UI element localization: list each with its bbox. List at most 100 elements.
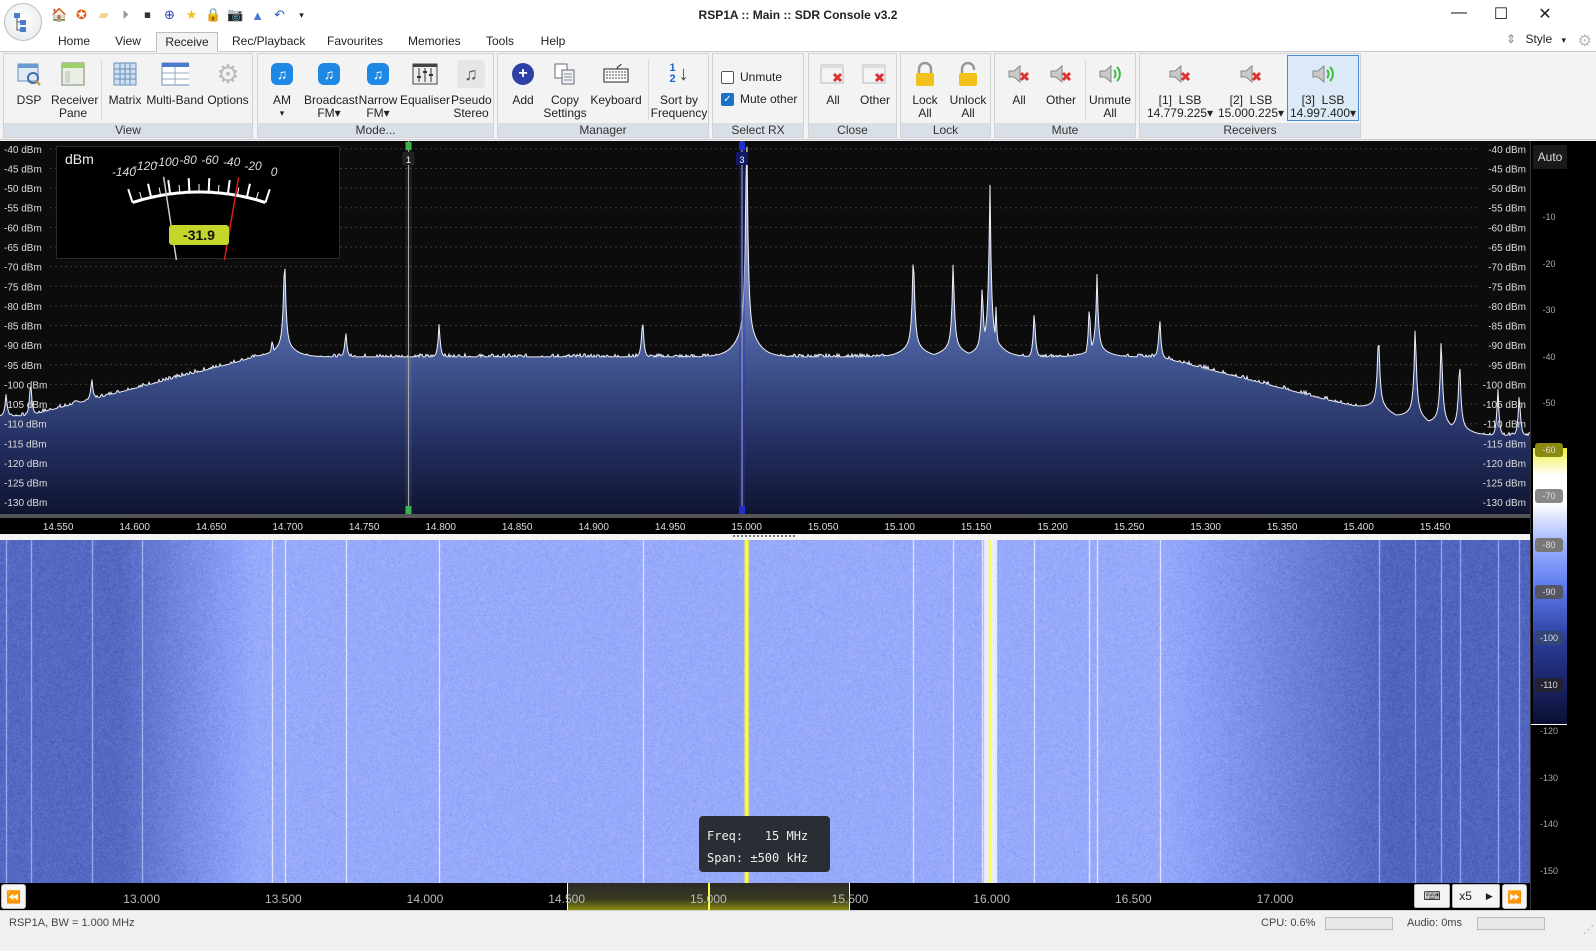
scale-label: -120: [1539, 726, 1558, 736]
keyboard-button[interactable]: Keyboard: [590, 56, 642, 107]
narrow-fm-button[interactable]: ♫ Narrow FM▾: [356, 56, 400, 120]
maximize-button[interactable]: ☐: [1478, 4, 1524, 26]
db-tick-label: -110 dBm: [4, 420, 47, 431]
options-button[interactable]: ⚙ Options: [206, 56, 250, 107]
db-tick-label: -85 dBm: [4, 322, 42, 333]
music-note-icon: ♫: [271, 63, 293, 85]
scroll-right-button[interactable]: ⏩: [1502, 884, 1527, 909]
frequency-tick-label: 15.400: [1343, 522, 1374, 533]
tab-rec-playback[interactable]: Rec/Playback: [226, 32, 306, 52]
db-tick-label: -40 dBm: [1488, 145, 1526, 156]
unmute-checkbox[interactable]: Unmute: [721, 70, 782, 84]
scroll-left-button[interactable]: ⏪: [1, 884, 26, 909]
db-tick-label: -70 dBm: [4, 263, 42, 274]
unlock-all-button[interactable]: Unlock All: [947, 56, 989, 120]
frequency-tick-label: 14.600: [119, 522, 150, 533]
frequency-tick-label: 14.950: [654, 522, 686, 533]
db-tick-label: -90 dBm: [4, 341, 42, 352]
minimize-button[interactable]: —: [1436, 4, 1482, 26]
tab-view[interactable]: View: [108, 32, 148, 52]
cpu-status: CPU: 0.6%: [1261, 917, 1316, 929]
receiver-pane-button[interactable]: Receiver Pane: [51, 56, 98, 120]
scale-label: -140: [1539, 819, 1558, 829]
db-tick-label: -105 dBm: [1483, 400, 1526, 411]
overview-tick-label: 14.000: [406, 892, 444, 906]
pseudo-stereo-button[interactable]: ♫ Pseudo Stereo: [451, 56, 492, 120]
close-other-button[interactable]: Other: [855, 56, 895, 107]
fast-forward-icon: ⏩: [1507, 889, 1522, 904]
receiver-3-button[interactable]: [3] LSB 14.997.400▾: [1287, 55, 1359, 121]
tab-memories[interactable]: Memories: [402, 32, 466, 52]
close-button[interactable]: ✕: [1522, 4, 1568, 26]
equaliser-button[interactable]: Equaliser: [400, 56, 450, 107]
frequency-tick-label: 14.650: [195, 522, 227, 533]
scale-label: -110: [1535, 677, 1563, 692]
receiver-marker-handle[interactable]: [405, 506, 412, 514]
scale-label: -50: [1542, 398, 1556, 408]
meter-tick: [147, 183, 153, 198]
close-all-button[interactable]: All: [815, 56, 851, 107]
meter-average-needle: [162, 176, 178, 260]
frequency-tick-label: 14.750: [348, 522, 380, 533]
dsp-button[interactable]: DSP: [9, 56, 49, 107]
db-tick-label: -85 dBm: [1488, 322, 1526, 333]
lock-all-button[interactable]: Lock All: [907, 56, 943, 120]
separator: [1085, 60, 1086, 120]
resize-grip-icon[interactable]: ⋰: [1583, 923, 1594, 936]
frequency-tick-label: 15.150: [960, 522, 992, 533]
broadcast-fm-button[interactable]: ♫ Broadcast FM▾: [304, 56, 358, 120]
tab-home[interactable]: Home: [52, 32, 96, 52]
overview-frequency-axis[interactable]: ⏪ ⌨ x5 ▶ ⏩ 13.000 13.500 14.000 14.500 15.000…: [0, 883, 1530, 910]
tab-help[interactable]: Help: [534, 32, 572, 52]
settings-gear-icon[interactable]: ⚙: [1578, 31, 1592, 51]
sort-by-frequency-button[interactable]: 1 2 ↓ Sort by Frequency: [650, 56, 708, 120]
copy-settings-button[interactable]: Copy Settings: [542, 56, 588, 120]
frequency-tick-label: 14.800: [425, 522, 456, 533]
spectrum-frequency-axis[interactable]: 14.550 14.600 14.650 14.700 14.750 14.800 14.8…: [0, 514, 1530, 534]
multi-band-button[interactable]: Multi-Band: [146, 56, 204, 107]
db-tick-label: -40 dBm: [4, 145, 42, 156]
app-menu-button[interactable]: [4, 3, 42, 41]
receiver-2-button[interactable]: [2] LSB 15.000.225▾: [1217, 56, 1285, 120]
meter-tick: [245, 183, 251, 198]
meter-tick: [178, 184, 181, 193]
group-view: DSP Receiver Pane Matrix Multi-Band ⚙ Op…: [3, 53, 253, 138]
frequency-tick-label: 15.300: [1190, 522, 1221, 533]
receiver-marker-handle[interactable]: [739, 142, 746, 150]
keyboard-entry-button[interactable]: ⌨: [1414, 884, 1450, 908]
db-tick-label: -115 dBm: [1483, 439, 1526, 450]
equaliser-sliders-icon: [411, 60, 439, 88]
window-title: RSP1A :: Main :: SDR Console v3.2: [698, 8, 898, 22]
db-tick-label: -65 dBm: [1488, 243, 1526, 254]
db-tick-label: -95 dBm: [1488, 361, 1526, 372]
matrix-button[interactable]: Matrix: [106, 56, 144, 107]
db-tick-label: -80 dBm: [1488, 302, 1526, 313]
auto-button[interactable]: Auto: [1533, 145, 1567, 169]
matrix-grid-icon: [111, 60, 139, 88]
am-mode-button[interactable]: ♫ AM ▾: [264, 56, 300, 120]
add-receiver-button[interactable]: + Add: [506, 56, 540, 107]
unmute-all-button[interactable]: Unmute All: [1087, 56, 1133, 120]
mute-all-button[interactable]: All: [1001, 56, 1037, 107]
tab-receive[interactable]: Receive: [156, 32, 218, 52]
meter-scale-label: 0: [271, 165, 278, 179]
mute-other-button[interactable]: Other: [1041, 56, 1081, 107]
meter-tick: [264, 188, 271, 203]
receiver-1-button[interactable]: [1] LSB 14.779.225▾: [1146, 56, 1214, 120]
tab-favourites[interactable]: Favourites: [320, 32, 390, 52]
frequency-tick-label: 15.100: [884, 522, 915, 533]
mute-other-checkbox[interactable]: ✓ Mute other: [721, 92, 797, 106]
receiver-marker-handle[interactable]: [405, 142, 412, 150]
s-meter: dBm -140 -120 -100 -80 -60 -40 -20 0 -31.9: [56, 146, 340, 260]
speaker-muted-icon: [1047, 60, 1075, 88]
zoom-factor-button[interactable]: x5 ▶: [1452, 884, 1500, 908]
db-tick-label: -120 dBm: [1483, 459, 1526, 470]
scale-label: -20: [1542, 258, 1556, 269]
tab-tools[interactable]: Tools: [479, 32, 521, 52]
db-tick-label: -125 dBm: [4, 479, 47, 490]
keyboard-icon: ⌨: [1423, 889, 1441, 903]
scale-label: -10: [1542, 212, 1556, 222]
style-menu[interactable]: ⇕ Style ▾: [1506, 32, 1566, 46]
db-tick-label: -130 dBm: [1483, 498, 1526, 509]
receiver-marker-handle[interactable]: [739, 506, 746, 514]
